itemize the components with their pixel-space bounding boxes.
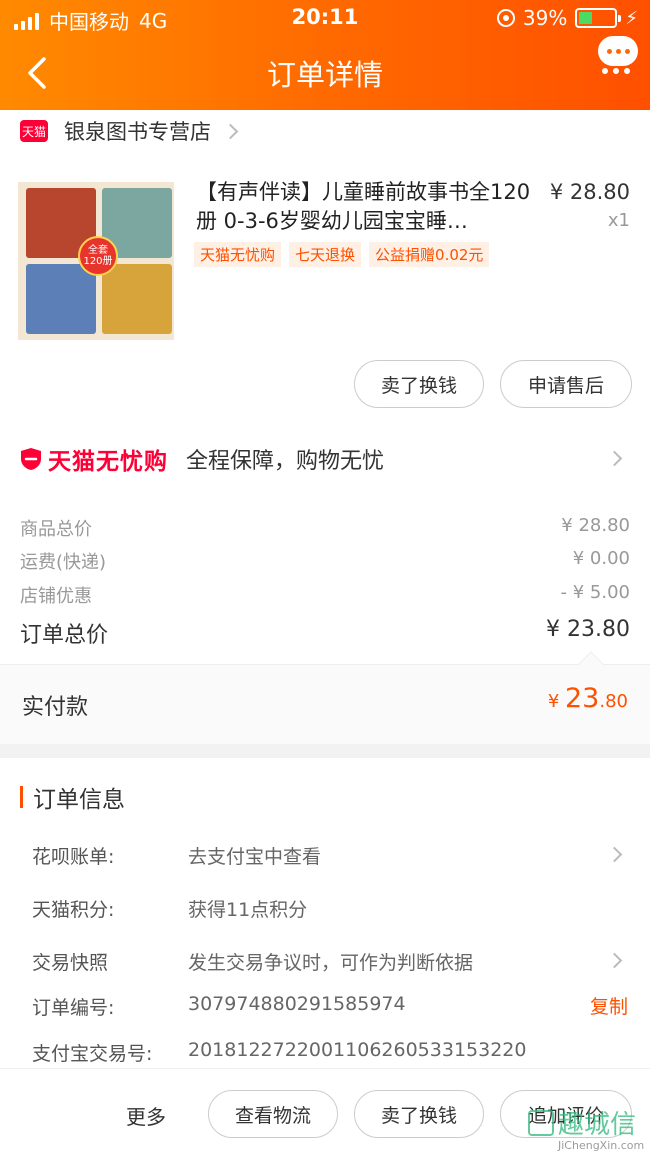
paid-label: 实付款 — [22, 695, 89, 720]
cover-badge: 全套120册 — [78, 236, 118, 276]
battery-icon — [575, 8, 622, 28]
summary-total: 订单总价 ¥ 23.80 — [20, 617, 630, 649]
huabei-label: 花呗账单: — [32, 846, 115, 868]
guarantee-row[interactable]: 天猫无忧购 全程保障，购物无忧 — [0, 436, 650, 482]
guarantee-text: 全程保障，购物无忧 — [186, 449, 385, 474]
summary-goods: 商品总价 ¥ 28.80 — [20, 515, 630, 541]
order-number-value: 307974880291585974 — [188, 993, 406, 1015]
copy-button[interactable]: 复制 — [590, 992, 628, 1019]
product-tags: 天猫无忧购 七天退换 公益捐赠0.02元 — [194, 242, 490, 267]
battery-percent: 39% — [522, 6, 568, 30]
points-value: 获得11点积分 — [188, 899, 308, 921]
watermark-url: JiChengXin.com — [558, 1139, 645, 1152]
tmall-logo-icon: 天猫 — [20, 120, 48, 142]
order-info-title: 订单信息 — [20, 780, 125, 814]
chevron-right-icon — [222, 123, 239, 139]
paid-section: 实付款 ¥ 23.80 — [0, 651, 650, 744]
view-logistics-button[interactable]: 查看物流 — [208, 1090, 338, 1138]
discount-value: - ¥ 5.00 — [560, 582, 630, 603]
product-image: 全套120册 — [18, 182, 174, 340]
watermark: 趣城信 JiChengXin.com — [528, 1104, 646, 1152]
order-total-value: ¥ 23.80 — [546, 617, 630, 642]
chevron-right-icon — [606, 846, 623, 863]
tag-worry-free: 天猫无忧购 — [194, 242, 282, 267]
tag-seven-day-return: 七天退换 — [289, 242, 362, 267]
chevron-right-icon — [606, 952, 623, 969]
watermark-logo-icon — [528, 1109, 554, 1136]
chevron-right-icon — [606, 450, 623, 467]
chat-bubble-icon — [598, 36, 638, 66]
status-right: 39% ⚡ — [496, 6, 638, 30]
goods-total-label: 商品总价 — [20, 519, 92, 540]
footer-bar: 更多 查看物流 卖了换钱 追加评价 趣城信 JiChengXin.com — [0, 1068, 650, 1156]
summary-discount: 店铺优惠 - ¥ 5.00 — [20, 582, 630, 608]
shipping-value: ¥ 0.00 — [572, 548, 630, 569]
page-title: 订单详情 — [266, 58, 383, 92]
order-number-label: 订单编号: — [32, 997, 115, 1019]
charging-icon: ⚡ — [625, 7, 638, 29]
more-button[interactable]: 更多 — [126, 1101, 166, 1130]
more-dots-icon[interactable] — [602, 68, 630, 74]
paid-decimal: .80 — [599, 691, 628, 712]
watermark-text: 趣城信 — [558, 1110, 637, 1140]
guarantee-brand: 天猫无忧购 — [48, 449, 168, 475]
paid-amount: ¥ 23.80 — [548, 683, 628, 714]
paid-int: 23 — [565, 683, 600, 714]
product-title: 【有声伴读】儿童睡前故事书全120册 0-3-6岁婴幼儿园宝宝睡… — [196, 180, 531, 233]
product-quantity: x1 — [607, 210, 630, 231]
product-item[interactable]: 全套120册 【有声伴读】儿童睡前故事书全120册 0-3-6岁婴幼儿园宝宝睡…… — [0, 170, 650, 340]
paid-currency: ¥ — [547, 691, 565, 712]
sell-button[interactable]: 卖了换钱 — [354, 360, 484, 408]
shipping-label: 运费(快递) — [20, 552, 107, 573]
summary-shipping: 运费(快递) ¥ 0.00 — [20, 548, 630, 574]
order-total-label: 订单总价 — [20, 623, 109, 648]
section-divider — [0, 744, 650, 758]
huabei-value: 去支付宝中查看 — [188, 846, 322, 868]
header: 中国移动 4G 20:11 39% ⚡ 订单详情 — [0, 0, 650, 110]
alipay-label: 支付宝交易号: — [32, 1043, 153, 1065]
goods-total-value: ¥ 28.80 — [561, 515, 630, 536]
shop-row[interactable]: 天猫 银泉图书专营店 — [0, 110, 650, 152]
product-actions: 卖了换钱 申请售后 — [354, 360, 632, 408]
status-bar: 中国移动 4G 20:11 39% ⚡ — [0, 0, 650, 36]
product-price: ¥ 28.80 — [549, 180, 630, 204]
shop-name: 银泉图书专营店 — [64, 120, 211, 144]
battery-fill — [579, 12, 593, 24]
snapshot-value: 发生交易争议时，可作为判断依据 — [188, 952, 474, 974]
after-sale-button[interactable]: 申请售后 — [500, 360, 632, 408]
discount-label: 店铺优惠 — [20, 586, 92, 607]
sell-button-footer[interactable]: 卖了换钱 — [354, 1090, 484, 1138]
snapshot-label: 交易快照 — [32, 952, 109, 974]
order-info-heading: 订单信息 — [33, 787, 125, 813]
points-label: 天猫积分: — [32, 899, 115, 921]
shield-icon — [21, 448, 41, 470]
alipay-value: 2018122722001106260533153220 — [188, 1039, 527, 1061]
orientation-lock-icon — [496, 9, 515, 27]
tag-charity: 公益捐赠0.02元 — [369, 242, 490, 267]
